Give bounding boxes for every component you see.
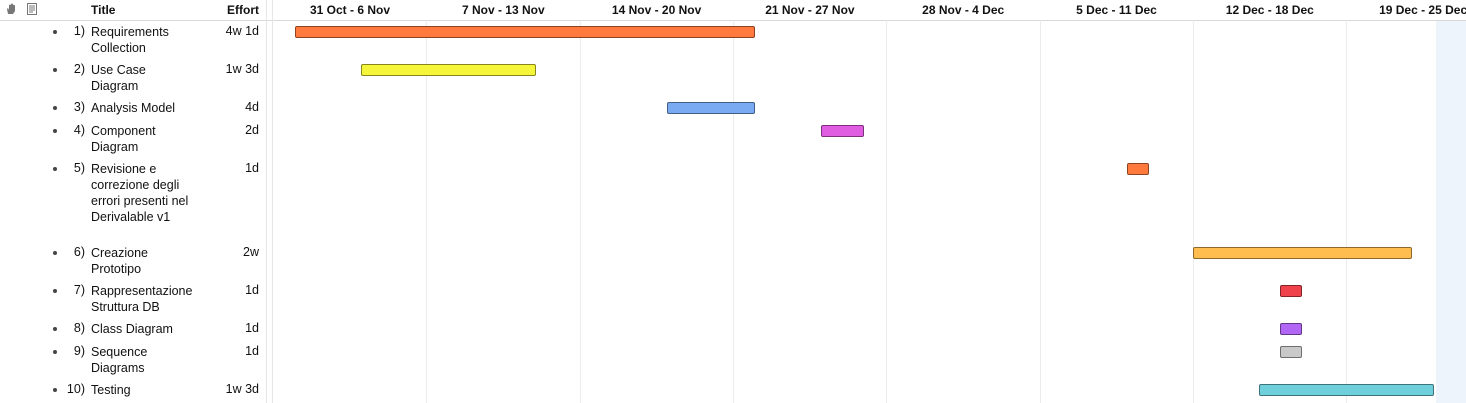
week-header-3: 14 Nov - 20 Nov — [611, 3, 702, 17]
task-bar[interactable] — [294, 26, 755, 38]
week-gridline — [580, 20, 581, 403]
task-number: 8) — [73, 321, 85, 335]
task-row[interactable]: 2) Use Case Diagram 1w 3d — [0, 62, 266, 94]
bullet-icon — [53, 251, 57, 255]
task-number: 5) — [73, 161, 85, 175]
task-bar[interactable] — [1280, 346, 1303, 358]
chart-left-border — [272, 0, 273, 403]
task-number: 9) — [73, 344, 85, 358]
gantt-header: Title Effort 31 Oct - 6 Nov 7 Nov - 13 No… — [0, 0, 1466, 21]
task-effort[interactable]: 1d — [200, 283, 259, 297]
task-title[interactable]: Creazione Prototipo — [91, 245, 191, 277]
task-effort[interactable]: 4d — [200, 100, 259, 114]
week-gridline — [1040, 20, 1041, 403]
task-title[interactable]: Component Diagram — [91, 123, 191, 155]
bullet-icon — [53, 388, 57, 392]
week-gridline — [1346, 20, 1347, 403]
hand-icon[interactable] — [5, 3, 17, 15]
task-row[interactable]: 6) Creazione Prototipo 2w — [0, 245, 266, 277]
task-row[interactable]: 5) Revisione e correzione degli errori pr… — [0, 161, 266, 241]
bullet-icon — [53, 167, 57, 171]
week-gridline — [733, 20, 734, 403]
bullet-icon — [53, 289, 57, 293]
task-title[interactable]: Revisione e correzione degli errori pres… — [91, 161, 191, 225]
week-gridline — [426, 20, 427, 403]
task-effort[interactable]: 2d — [200, 123, 259, 137]
task-bar[interactable] — [1280, 323, 1303, 335]
task-title[interactable]: Analysis Model — [91, 100, 191, 116]
today-highlight — [1436, 0, 1466, 403]
task-number: 6) — [73, 245, 85, 259]
week-header-8: 19 Dec - 25 Dec — [1379, 3, 1466, 17]
task-row[interactable]: 1) Requirements Collection 4w 1d — [0, 24, 266, 56]
notes-icon[interactable] — [26, 3, 38, 15]
bullet-icon — [53, 68, 57, 72]
task-effort[interactable]: 4w 1d — [200, 24, 259, 38]
task-bar[interactable] — [360, 64, 536, 76]
week-gridline — [886, 20, 887, 403]
task-title[interactable]: Testing — [91, 382, 191, 398]
task-title[interactable]: Rappresentazione Struttura DB — [91, 283, 192, 315]
task-title[interactable]: Requirements Collection — [91, 24, 191, 56]
task-bar[interactable] — [1258, 384, 1434, 396]
task-number: 7) — [73, 283, 85, 297]
task-number: 10) — [66, 382, 85, 396]
task-row[interactable]: 8) Class Diagram 1d — [0, 321, 266, 337]
task-effort[interactable]: 1d — [200, 344, 259, 358]
bullet-icon — [53, 106, 57, 110]
task-effort[interactable]: 1w 3d — [200, 62, 259, 76]
task-number: 3) — [73, 100, 85, 114]
task-row[interactable]: 7) Rappresentazione Struttura DB 1d — [0, 283, 266, 315]
task-number: 2) — [73, 62, 85, 76]
bullet-icon — [53, 30, 57, 34]
task-effort[interactable]: 1d — [200, 161, 259, 175]
column-divider[interactable] — [266, 0, 267, 403]
task-title[interactable]: Use Case Diagram — [91, 62, 191, 94]
task-title[interactable]: Sequence Diagrams — [91, 344, 191, 376]
week-header-6: 5 Dec - 11 Dec — [1076, 3, 1157, 17]
week-header-4: 21 Nov - 27 Nov — [765, 3, 855, 17]
task-row[interactable]: 9) Sequence Diagrams 1d — [0, 344, 266, 376]
task-effort[interactable]: 2w — [200, 245, 259, 259]
week-header-7: 12 Dec - 18 Dec — [1225, 3, 1314, 17]
week-header-5: 28 Nov - 4 Dec — [922, 3, 1005, 17]
bullet-icon — [53, 327, 57, 331]
task-effort[interactable]: 1w 3d — [200, 382, 259, 396]
task-number: 1) — [73, 24, 85, 38]
task-bar[interactable] — [1192, 247, 1412, 259]
task-row[interactable]: 4) Component Diagram 2d — [0, 123, 266, 155]
bullet-icon — [53, 350, 57, 354]
task-row[interactable]: 3) Analysis Model 4d — [0, 100, 266, 116]
week-gridline — [1193, 20, 1194, 403]
task-number: 4) — [73, 123, 85, 137]
week-header-2: 7 Nov - 13 Nov — [461, 3, 545, 17]
bullet-icon — [53, 129, 57, 133]
effort-column-header[interactable]: Effort — [200, 3, 259, 17]
task-bar[interactable] — [1127, 163, 1149, 175]
task-title[interactable]: Class Diagram — [91, 321, 191, 337]
task-effort[interactable]: 1d — [200, 321, 259, 335]
week-header-1: 31 Oct - 6 Nov — [309, 3, 391, 17]
task-bar[interactable] — [820, 125, 865, 137]
task-bar[interactable] — [1280, 285, 1303, 297]
task-bar[interactable] — [667, 102, 755, 114]
task-row[interactable]: 10) Testing 1w 3d — [0, 382, 266, 398]
title-column-header[interactable]: Title — [91, 3, 115, 17]
